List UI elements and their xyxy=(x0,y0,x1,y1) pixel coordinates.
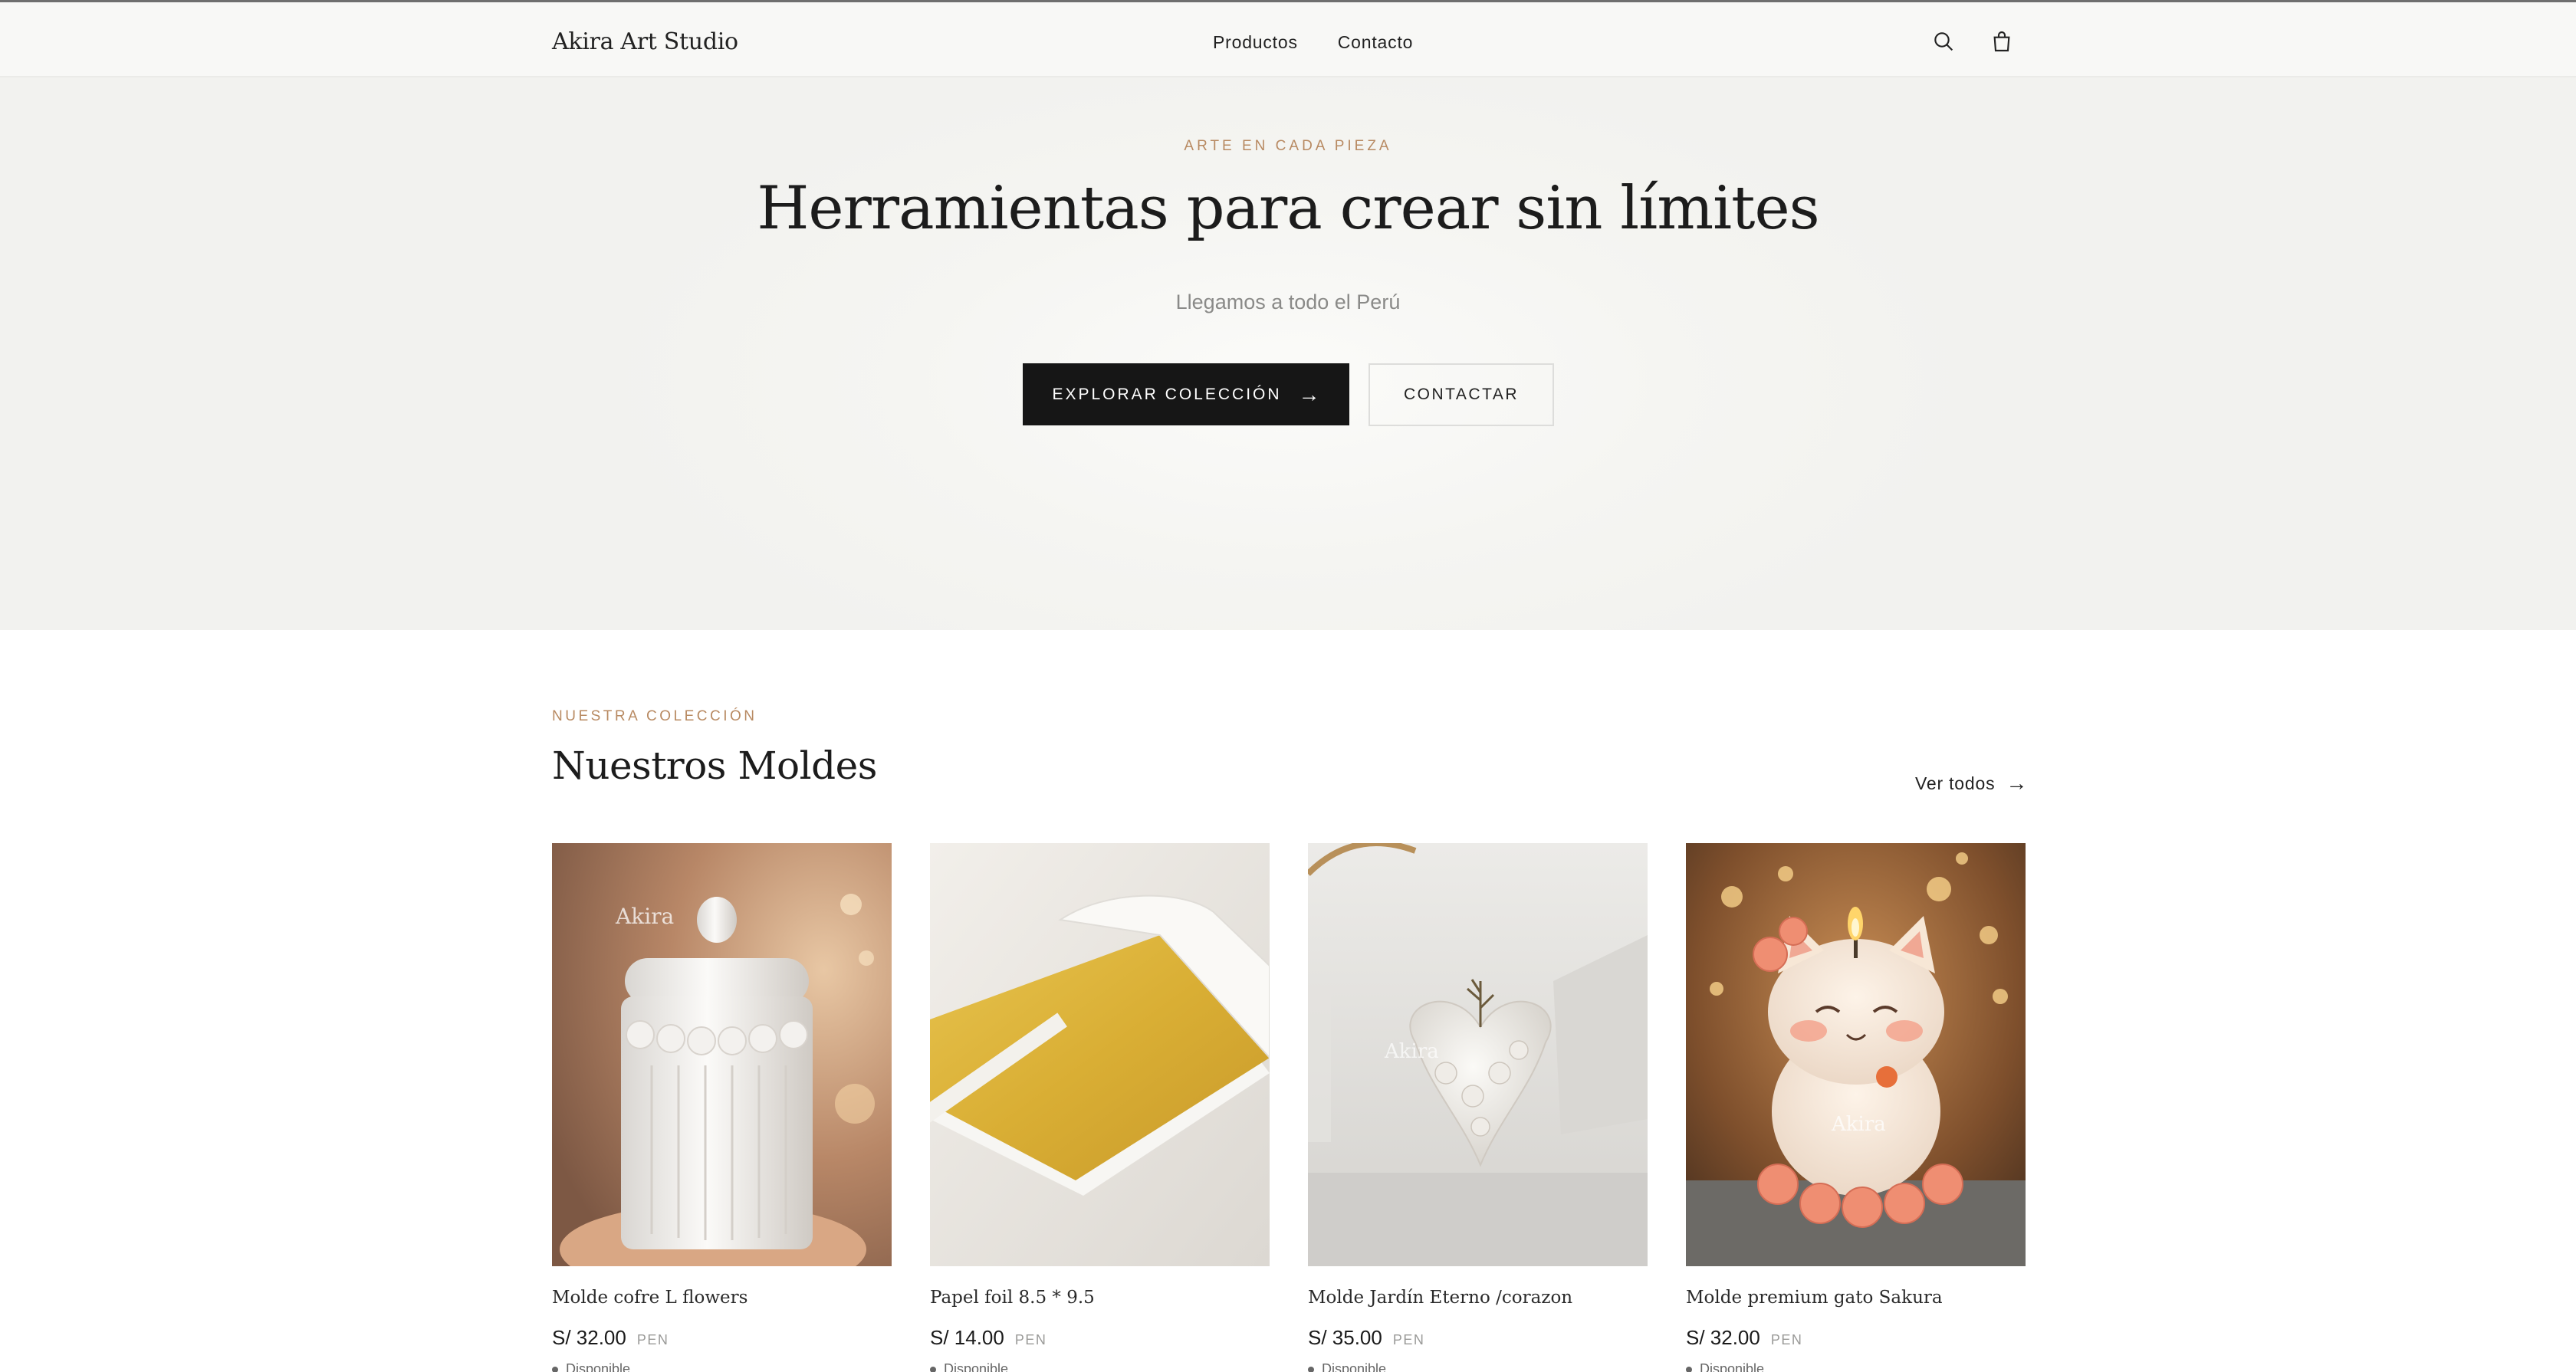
hero-title: Herramientas para crear sin límites xyxy=(757,174,1819,243)
product-name[interactable]: Molde premium gato Sakura xyxy=(1686,1288,1943,1308)
arrow-right-icon: → xyxy=(1298,382,1320,406)
product-currency: PEN xyxy=(1392,1332,1425,1347)
watermark-text: Akira xyxy=(1831,1113,1886,1136)
search-icon[interactable] xyxy=(1928,26,1959,57)
stock-status: Disponible xyxy=(1308,1361,1386,1372)
stock-label: Disponible xyxy=(1700,1361,1765,1372)
stock-label: Disponible xyxy=(944,1361,1009,1372)
stock-label: Disponible xyxy=(1322,1361,1387,1372)
product-price: S/ 35.00 xyxy=(1308,1326,1382,1349)
product-image[interactable] xyxy=(930,843,1270,1266)
status-dot xyxy=(1686,1366,1692,1372)
hero-section: ARTE EN CADA PIEZA Herramientas para cre… xyxy=(0,77,2576,630)
collection-eyebrow: NUESTRA COLECCIÓN xyxy=(552,708,757,724)
status-dot xyxy=(552,1366,558,1372)
explore-collection-button[interactable]: EXPLORAR COLECCIÓN → xyxy=(1023,363,1349,425)
product-name[interactable]: Molde cofre L flowers xyxy=(552,1288,748,1308)
stock-label: Disponible xyxy=(566,1361,631,1372)
main-nav: Productos Contacto xyxy=(1213,27,1413,57)
product-currency: PEN xyxy=(636,1332,669,1347)
hero-eyebrow: ARTE EN CADA PIEZA xyxy=(1184,138,1392,154)
brand-logo[interactable]: Akira Art Studio xyxy=(552,27,738,57)
site-header: Akira Art Studio Productos Contacto xyxy=(0,0,2576,77)
hero-subtitle: Llegamos a todo el Perú xyxy=(1175,290,1401,313)
watermark-text: Akira xyxy=(1384,1040,1439,1063)
product-name[interactable]: Molde Jardín Eterno /corazon xyxy=(1308,1288,1572,1308)
price-row: S/ 32.00 PEN xyxy=(1686,1326,1802,1350)
product-card[interactable]: Akira Molde Jardín Eterno /corazon S/ 35… xyxy=(1308,843,1648,1372)
explore-collection-label: EXPLORAR COLECCIÓN xyxy=(1052,385,1282,403)
stock-status: Disponible xyxy=(552,1361,630,1372)
price-row: S/ 14.00 PEN xyxy=(930,1326,1046,1350)
contact-button[interactable]: CONTACTAR xyxy=(1368,363,1554,426)
nav-link-productos[interactable]: Productos xyxy=(1213,27,1298,57)
price-row: S/ 32.00 PEN xyxy=(552,1326,669,1350)
collection-title: Nuestros Moldes xyxy=(552,743,877,788)
product-image[interactable]: Akira xyxy=(1308,843,1648,1266)
product-image[interactable]: Akira xyxy=(1686,843,2026,1266)
product-currency: PEN xyxy=(1014,1332,1047,1347)
product-card[interactable]: Papel foil 8.5 * 9.5 S/ 14.00 PEN Dispon… xyxy=(930,843,1270,1372)
price-row: S/ 35.00 PEN xyxy=(1308,1326,1424,1350)
product-card[interactable]: Akira Molde cofre L flowers S/ 32.00 PEN… xyxy=(552,843,892,1372)
product-card[interactable]: Akira Molde premium gato Sakura S/ 32.00… xyxy=(1686,843,2026,1372)
shopping-bag-icon[interactable] xyxy=(1986,26,2017,57)
product-name[interactable]: Papel foil 8.5 * 9.5 xyxy=(930,1288,1095,1308)
arrow-right-icon: → xyxy=(2006,771,2029,795)
product-price: S/ 14.00 xyxy=(930,1326,1004,1349)
see-all-label: Ver todos xyxy=(1915,773,1996,793)
see-all-link[interactable]: Ver todos → xyxy=(1915,770,2028,797)
stock-status: Disponible xyxy=(930,1361,1008,1372)
stock-status: Disponible xyxy=(1686,1361,1764,1372)
product-currency: PEN xyxy=(1770,1332,1803,1347)
status-dot xyxy=(930,1366,936,1372)
nav-link-contacto[interactable]: Contacto xyxy=(1338,27,1413,57)
product-price: S/ 32.00 xyxy=(552,1326,626,1349)
status-dot xyxy=(1308,1366,1314,1372)
product-image[interactable]: Akira xyxy=(552,843,892,1266)
product-price: S/ 32.00 xyxy=(1686,1326,1760,1349)
watermark-text: Akira xyxy=(615,904,674,929)
